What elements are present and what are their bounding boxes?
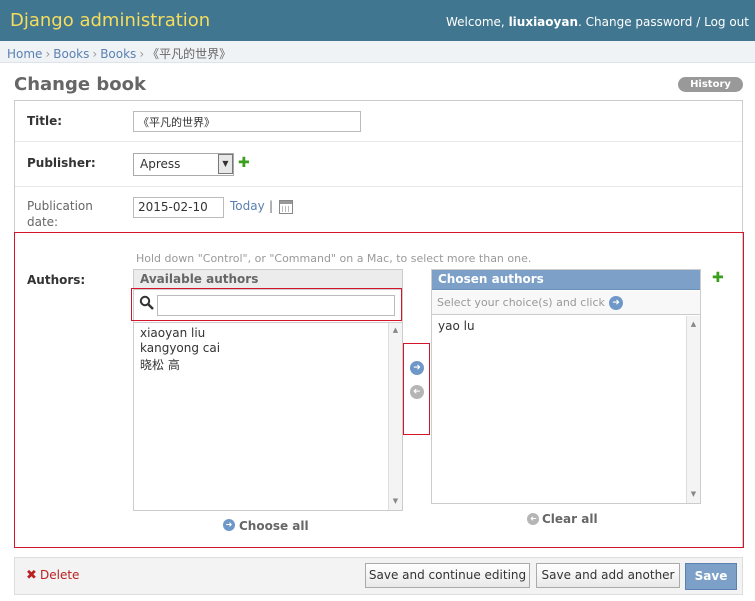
logout-link[interactable]: Log out (704, 15, 749, 29)
arrow-left-icon[interactable]: ➜ (410, 385, 424, 399)
chosen-author-item[interactable]: yao lu (438, 319, 475, 333)
row-divider (15, 186, 742, 187)
user-tools-separator: / (696, 15, 701, 29)
clear-all-link[interactable]: Clear all (542, 512, 598, 526)
available-authors-filter-input[interactable] (157, 295, 395, 316)
title-label: Title: (27, 114, 63, 128)
arrow-left-icon[interactable]: ➜ (527, 513, 539, 525)
pubdate-input[interactable]: 2015-02-10 (133, 197, 224, 218)
scroll-up-icon[interactable]: ▲ (389, 326, 402, 334)
user-tools: Welcome, liuxiaoyan. Change password / L… (446, 15, 749, 29)
chosen-authors-header: Chosen authors (432, 270, 700, 290)
arrow-right-icon: ➜ (609, 296, 623, 310)
breadcrumb-app[interactable]: Books (53, 47, 89, 61)
breadcrumb-model[interactable]: Books (100, 47, 136, 61)
plus-icon[interactable]: ✚ (712, 271, 724, 285)
chosen-authors-scrollbar[interactable] (686, 316, 700, 503)
available-author-item[interactable]: 晓松 高 (140, 356, 180, 373)
calendar-icon[interactable] (279, 200, 293, 214)
breadcrumb-separator: › (139, 47, 145, 61)
username: liuxiaoyan (508, 15, 578, 29)
site-title[interactable]: Django administration (10, 10, 210, 31)
available-authors-header: Available authors (134, 270, 402, 290)
scroll-down-icon[interactable]: ▼ (389, 497, 402, 505)
delete-link[interactable]: Delete (40, 568, 79, 582)
save-add-another-button[interactable]: Save and add another (536, 563, 680, 588)
x-icon[interactable]: ✖ (26, 568, 37, 583)
chevron-down-icon[interactable]: ▼ (218, 154, 233, 174)
scroll-down-icon[interactable]: ▼ (687, 490, 700, 498)
history-button[interactable]: History (678, 77, 743, 92)
authors-label: Authors: (27, 273, 86, 287)
choose-all-link[interactable]: Choose all (239, 519, 309, 533)
save-continue-button[interactable]: Save and continue editing (365, 563, 530, 588)
pubdate-label-line2: date: (27, 215, 59, 229)
pubdate-label-line1: Publication (27, 199, 93, 213)
chosen-authors-help: Select your choice(s) and click (437, 296, 605, 309)
title-input[interactable]: 《平凡的世界》 (133, 111, 361, 132)
save-button[interactable]: Save (685, 563, 737, 590)
row-divider (15, 141, 742, 142)
breadcrumb-separator: › (92, 47, 98, 61)
breadcrumb-separator: › (45, 47, 51, 61)
arrow-right-icon[interactable]: ➜ (410, 361, 424, 375)
arrow-right-icon[interactable]: ➜ (223, 519, 235, 531)
authors-help-text: Hold down "Control", or "Command" on a M… (136, 252, 532, 265)
breadcrumb-home[interactable]: Home (7, 47, 42, 61)
scroll-up-icon[interactable]: ▲ (687, 320, 700, 328)
page-title: Change book (14, 74, 146, 95)
period: . (578, 15, 582, 29)
change-password-link[interactable]: Change password (586, 15, 693, 29)
welcome-text: Welcome, (446, 15, 505, 29)
today-link[interactable]: Today (230, 199, 265, 213)
today-separator: | (269, 199, 274, 213)
breadcrumb-current: 《平凡的世界》 (147, 47, 232, 61)
available-author-item[interactable]: xiaoyan liu (140, 326, 205, 340)
plus-icon[interactable]: ✚ (238, 156, 250, 170)
available-authors-scrollbar[interactable] (388, 323, 402, 510)
search-icon (139, 295, 154, 310)
breadcrumb: Home › Books › Books › 《平凡的世界》 (0, 41, 755, 63)
available-author-item[interactable]: kangyong cai (140, 341, 220, 355)
publisher-label: Publisher: (27, 156, 96, 170)
